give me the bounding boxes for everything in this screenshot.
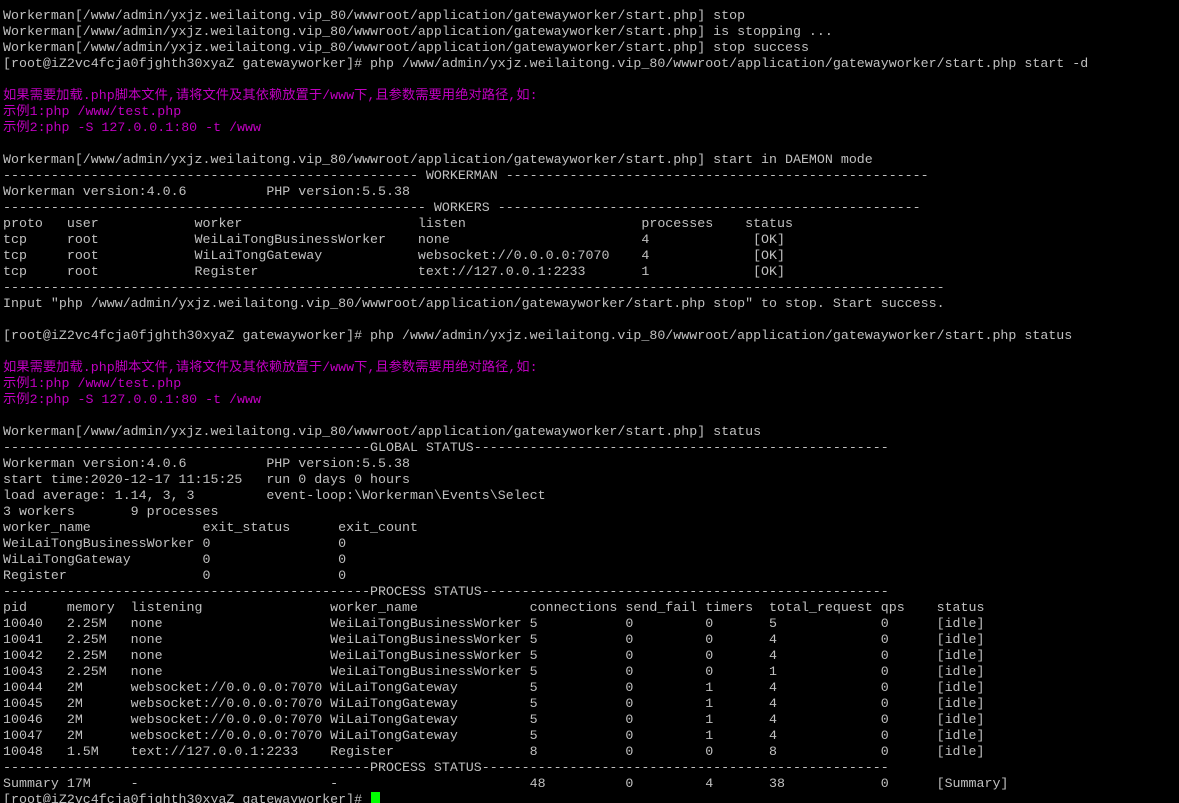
terminal-line: ----------------------------------------… [3, 760, 1179, 776]
terminal-line: ----------------------------------------… [3, 200, 1179, 216]
terminal-line-text: ----------------------------------------… [3, 168, 929, 183]
terminal-line: start time:2020-12-17 11:15:25 run 0 day… [3, 472, 1179, 488]
terminal-line: 示例2:php -S 127.0.0.1:80 -t /www [3, 120, 1179, 136]
terminal-line-text: 10040 2.25M none WeiLaiTongBusinessWorke… [3, 616, 985, 631]
text-cursor [371, 792, 381, 803]
terminal-line-text: 示例2:php -S 127.0.0.1:80 -t /www [3, 120, 261, 135]
terminal-line: 10047 2M websocket://0.0.0.0:7070 WiLaiT… [3, 728, 1179, 744]
terminal-line: Workerman version:4.0.6 PHP version:5.5.… [3, 456, 1179, 472]
terminal-line: Workerman version:4.0.6 PHP version:5.5.… [3, 184, 1179, 200]
terminal-line-text: worker_name exit_status exit_count [3, 520, 418, 535]
terminal-line: Workerman[/www/admin/yxjz.weilaitong.vip… [3, 8, 1179, 24]
terminal-line-text: 10045 2M websocket://0.0.0.0:7070 WiLaiT… [3, 696, 985, 711]
terminal-line: ----------------------------------------… [3, 280, 1179, 296]
terminal-line-text: [root@iZ2vc4fcja0fjghth30xyaZ gatewaywor… [3, 792, 371, 803]
terminal-line: ----------------------------------------… [3, 168, 1179, 184]
terminal-line: 10046 2M websocket://0.0.0.0:7070 WiLaiT… [3, 712, 1179, 728]
terminal-line-text: WiLaiTongGateway 0 0 [3, 552, 347, 567]
terminal-line: ----------------------------------------… [3, 584, 1179, 600]
terminal-line-text: Workerman version:4.0.6 PHP version:5.5.… [3, 456, 410, 471]
terminal-line-text: ----------------------------------------… [3, 280, 945, 295]
terminal-line: 10044 2M websocket://0.0.0.0:7070 WiLaiT… [3, 680, 1179, 696]
terminal-line-text: proto user worker listen processes statu… [3, 216, 793, 231]
terminal-line-text: 10046 2M websocket://0.0.0.0:7070 WiLaiT… [3, 712, 985, 727]
terminal-line-text: Summary 17M - - 48 0 4 38 0 [Summary] [3, 776, 1009, 791]
terminal-line-text: start time:2020-12-17 11:15:25 run 0 day… [3, 472, 410, 487]
terminal-line: tcp root Register text://127.0.0.1:2233 … [3, 264, 1179, 280]
terminal-line-text: 10043 2.25M none WeiLaiTongBusinessWorke… [3, 664, 985, 679]
terminal-line: 示例2:php -S 127.0.0.1:80 -t /www [3, 392, 1179, 408]
terminal-line: WiLaiTongGateway 0 0 [3, 552, 1179, 568]
terminal-line: 10043 2.25M none WeiLaiTongBusinessWorke… [3, 664, 1179, 680]
terminal-line-text: Input "php /www/admin/yxjz.weilaitong.vi… [3, 296, 945, 311]
terminal-line: 如果需要加载.php脚本文件,请将文件及其依赖放置于/www下,且参数需要用绝对… [3, 88, 1179, 104]
terminal-line-text: 示例1:php /www/test.php [3, 376, 182, 391]
terminal-line: tcp root WeiLaiTongBusinessWorker none 4… [3, 232, 1179, 248]
terminal-line-text: 10047 2M websocket://0.0.0.0:7070 WiLaiT… [3, 728, 985, 743]
terminal-line: WeiLaiTongBusinessWorker 0 0 [3, 536, 1179, 552]
terminal-line-text: tcp root WiLaiTongGateway websocket://0.… [3, 248, 785, 263]
terminal-line: Workerman[/www/admin/yxjz.weilaitong.vip… [3, 40, 1179, 56]
terminal-line-text: ----------------------------------------… [3, 584, 889, 599]
terminal-line: Summary 17M - - 48 0 4 38 0 [Summary] [3, 776, 1179, 792]
terminal-line-text: load average: 1.14, 3, 3 event-loop:\Wor… [3, 488, 546, 503]
terminal-line: 3 workers 9 processes [3, 504, 1179, 520]
terminal-line: 10048 1.5M text://127.0.0.1:2233 Registe… [3, 744, 1179, 760]
terminal-line-text: pid memory listening worker_name connect… [3, 600, 985, 615]
terminal-line-text: Workerman[/www/admin/yxjz.weilaitong.vip… [3, 24, 833, 39]
terminal-window[interactable]: Workerman[/www/admin/yxjz.weilaitong.vip… [3, 8, 1179, 803]
terminal-line: worker_name exit_status exit_count [3, 520, 1179, 536]
terminal-line-text: 10042 2.25M none WeiLaiTongBusinessWorke… [3, 648, 985, 663]
terminal-line-text: 如果需要加载.php脚本文件,请将文件及其依赖放置于/www下,且参数需要用绝对… [3, 360, 538, 375]
terminal-line: 10045 2M websocket://0.0.0.0:7070 WiLaiT… [3, 696, 1179, 712]
terminal-line: Register 0 0 [3, 568, 1179, 584]
terminal-line-text: 示例1:php /www/test.php [3, 104, 182, 119]
terminal-line-text: tcp root Register text://127.0.0.1:2233 … [3, 264, 785, 279]
terminal-line-text: 示例2:php -S 127.0.0.1:80 -t /www [3, 392, 261, 407]
terminal-line: Workerman[/www/admin/yxjz.weilaitong.vip… [3, 24, 1179, 40]
terminal-line-text: [root@iZ2vc4fcja0fjghth30xyaZ gatewaywor… [3, 328, 1073, 343]
terminal-line-text: [root@iZ2vc4fcja0fjghth30xyaZ gatewaywor… [3, 56, 1089, 71]
terminal-line-text: 如果需要加载.php脚本文件,请将文件及其依赖放置于/www下,且参数需要用绝对… [3, 88, 538, 103]
terminal-line-text: 10041 2.25M none WeiLaiTongBusinessWorke… [3, 632, 985, 647]
terminal-line: ----------------------------------------… [3, 440, 1179, 456]
terminal-line: Workerman[/www/admin/yxjz.weilaitong.vip… [3, 424, 1179, 440]
terminal-line: pid memory listening worker_name connect… [3, 600, 1179, 616]
terminal-line-text: WeiLaiTongBusinessWorker 0 0 [3, 536, 347, 551]
terminal-line-text: Workerman[/www/admin/yxjz.weilaitong.vip… [3, 152, 873, 167]
terminal-line: load average: 1.14, 3, 3 event-loop:\Wor… [3, 488, 1179, 504]
terminal-line-text: ----------------------------------------… [3, 440, 889, 455]
terminal-line: 示例1:php /www/test.php [3, 104, 1179, 120]
terminal-line: [root@iZ2vc4fcja0fjghth30xyaZ gatewaywor… [3, 56, 1179, 72]
terminal-line: proto user worker listen processes statu… [3, 216, 1179, 232]
terminal-line: [root@iZ2vc4fcja0fjghth30xyaZ gatewaywor… [3, 328, 1179, 344]
terminal-line-text: Workerman[/www/admin/yxjz.weilaitong.vip… [3, 424, 762, 439]
terminal-line-text: tcp root WeiLaiTongBusinessWorker none 4… [3, 232, 785, 247]
terminal-line: Input "php /www/admin/yxjz.weilaitong.vi… [3, 296, 1179, 312]
terminal-line-text: Workerman[/www/admin/yxjz.weilaitong.vip… [3, 40, 809, 55]
terminal-line-text: 10044 2M websocket://0.0.0.0:7070 WiLaiT… [3, 680, 985, 695]
terminal-line: 10042 2.25M none WeiLaiTongBusinessWorke… [3, 648, 1179, 664]
terminal-line-text: Register 0 0 [3, 568, 347, 583]
terminal-line-text: 3 workers 9 processes [3, 504, 219, 519]
terminal-line: tcp root WiLaiTongGateway websocket://0.… [3, 248, 1179, 264]
terminal-line-text: ----------------------------------------… [3, 760, 889, 775]
shell-prompt-line: [root@iZ2vc4fcja0fjghth30xyaZ gatewaywor… [3, 792, 1179, 803]
terminal-line: 如果需要加载.php脚本文件,请将文件及其依赖放置于/www下,且参数需要用绝对… [3, 360, 1179, 376]
terminal-line: 10040 2.25M none WeiLaiTongBusinessWorke… [3, 616, 1179, 632]
terminal-line: 10041 2.25M none WeiLaiTongBusinessWorke… [3, 632, 1179, 648]
terminal-line: 示例1:php /www/test.php [3, 376, 1179, 392]
terminal-line: Workerman[/www/admin/yxjz.weilaitong.vip… [3, 152, 1179, 168]
terminal-line-text: Workerman[/www/admin/yxjz.weilaitong.vip… [3, 8, 746, 23]
terminal-line-text: Workerman version:4.0.6 PHP version:5.5.… [3, 184, 410, 199]
terminal-line-text: ----------------------------------------… [3, 200, 921, 215]
terminal-line-text: 10048 1.5M text://127.0.0.1:2233 Registe… [3, 744, 985, 759]
